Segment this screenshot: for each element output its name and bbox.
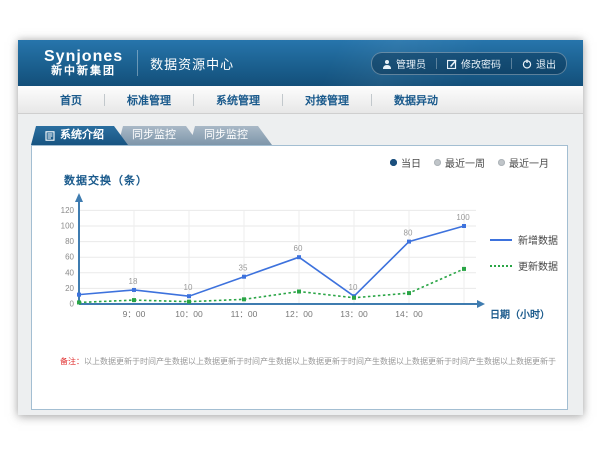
tab-bar: 系统介绍 同步监控 同步监控 <box>31 126 272 145</box>
svg-text:14：00: 14：00 <box>395 309 423 319</box>
tab-label: 同步监控 <box>132 126 176 145</box>
svg-text:13：00: 13：00 <box>340 309 368 319</box>
svg-text:80: 80 <box>65 237 74 246</box>
radio-dot <box>434 159 441 166</box>
chart-legend: 新增数据 更新数据 <box>490 232 558 273</box>
logout-label: 退出 <box>536 56 556 71</box>
legend-label: 新增数据 <box>518 232 558 247</box>
svg-text:日期（小时）: 日期（小时） <box>490 308 550 321</box>
svg-text:60: 60 <box>65 253 74 262</box>
change-password-button[interactable]: 修改密码 <box>437 56 511 71</box>
svg-text:9：00: 9：00 <box>123 309 146 319</box>
edit-icon <box>447 59 457 69</box>
change-password-label: 修改密码 <box>461 56 501 71</box>
svg-text:60: 60 <box>294 244 303 253</box>
power-icon <box>522 59 532 69</box>
svg-text:40: 40 <box>65 268 74 277</box>
legend-swatch-solid <box>490 239 512 241</box>
time-range-filter: 当日 最近一周 最近一月 <box>390 155 549 170</box>
user-name-label: 管理员 <box>396 56 426 71</box>
line-chart-svg: 0 20 40 60 80 100 120 9：00 10：00 11：00 12：00 13：00 1… <box>44 186 556 344</box>
main-nav: 首页 标准管理 系统管理 对接管理 数据异动 <box>18 86 583 114</box>
tab-label: 同步监控 <box>204 126 248 145</box>
radio-label: 最近一月 <box>509 155 549 170</box>
radio-dot <box>498 159 505 166</box>
app-title: 数据资源中心 <box>150 54 234 73</box>
nav-item-system-mgmt[interactable]: 系统管理 <box>194 92 282 108</box>
footnote: 备注：以上数据更新于时间产生数据以上数据更新于时间产生数据以上数据更新于时间产生… <box>60 356 550 367</box>
user-toolbar: 管理员 修改密码 退出 <box>371 52 567 75</box>
nav-item-standard-mgmt[interactable]: 标准管理 <box>105 92 193 108</box>
svg-text:11：00: 11：00 <box>231 309 258 319</box>
content-panel: 当日 最近一周 最近一月 数据交换（条） 0204060801001209：00… <box>31 145 568 410</box>
svg-text:10：00: 10：00 <box>175 309 203 319</box>
line-chart: 0 20 40 60 80 100 120 9：00 10：00 11：00 12：00 13：00 1… <box>44 186 556 344</box>
footnote-prefix: 备注： <box>60 357 84 366</box>
svg-text:80: 80 <box>404 229 413 238</box>
radio-label: 最近一周 <box>445 155 485 170</box>
radio-today[interactable]: 当日 <box>390 155 421 170</box>
brand-logo: Synjones 新中新集团 <box>44 49 123 77</box>
radio-last-week[interactable]: 最近一周 <box>434 155 485 170</box>
tab-label: 系统介绍 <box>60 126 104 145</box>
form-icon <box>45 131 55 141</box>
user-icon <box>382 59 392 69</box>
svg-text:10: 10 <box>349 283 358 292</box>
app-header: Synjones 新中新集团 数据资源中心 管理员 修改密码 <box>18 40 583 86</box>
nav-item-home[interactable]: 首页 <box>38 92 104 108</box>
svg-text:10: 10 <box>184 283 193 292</box>
tab-sync-monitor-2[interactable]: 同步监控 <box>190 126 272 145</box>
svg-text:18: 18 <box>129 277 138 286</box>
legend-item-new-data: 新增数据 <box>490 232 558 247</box>
site-container: Synjones 新中新集团 数据资源中心 管理员 修改密码 <box>18 40 583 415</box>
brand-logo-text: Synjones <box>44 49 123 66</box>
brand-logo-subtext: 新中新集团 <box>44 66 123 78</box>
tab-system-intro[interactable]: 系统介绍 <box>31 126 128 145</box>
nav-item-data-change[interactable]: 数据异动 <box>372 92 460 108</box>
legend-label: 更新数据 <box>518 258 558 273</box>
logout-button[interactable]: 退出 <box>512 56 566 71</box>
svg-text:120: 120 <box>61 206 75 215</box>
radio-dot <box>390 159 397 166</box>
footnote-text: 以上数据更新于时间产生数据以上数据更新于时间产生数据以上数据更新于时间产生数据以… <box>84 357 556 366</box>
svg-text:0: 0 <box>70 300 75 309</box>
svg-text:100: 100 <box>61 222 75 231</box>
nav-item-interface-mgmt[interactable]: 对接管理 <box>283 92 371 108</box>
header-divider <box>137 50 138 76</box>
svg-text:100: 100 <box>456 213 470 222</box>
radio-last-month[interactable]: 最近一月 <box>498 155 549 170</box>
radio-label: 当日 <box>401 155 421 170</box>
legend-item-updated-data: 更新数据 <box>490 258 558 273</box>
user-menu-button[interactable]: 管理员 <box>372 56 436 71</box>
legend-swatch-dotted <box>490 265 512 267</box>
svg-text:35: 35 <box>239 264 248 273</box>
tab-sync-monitor-1[interactable]: 同步监控 <box>118 126 200 145</box>
svg-text:12：00: 12：00 <box>285 309 313 319</box>
svg-text:20: 20 <box>65 284 74 293</box>
